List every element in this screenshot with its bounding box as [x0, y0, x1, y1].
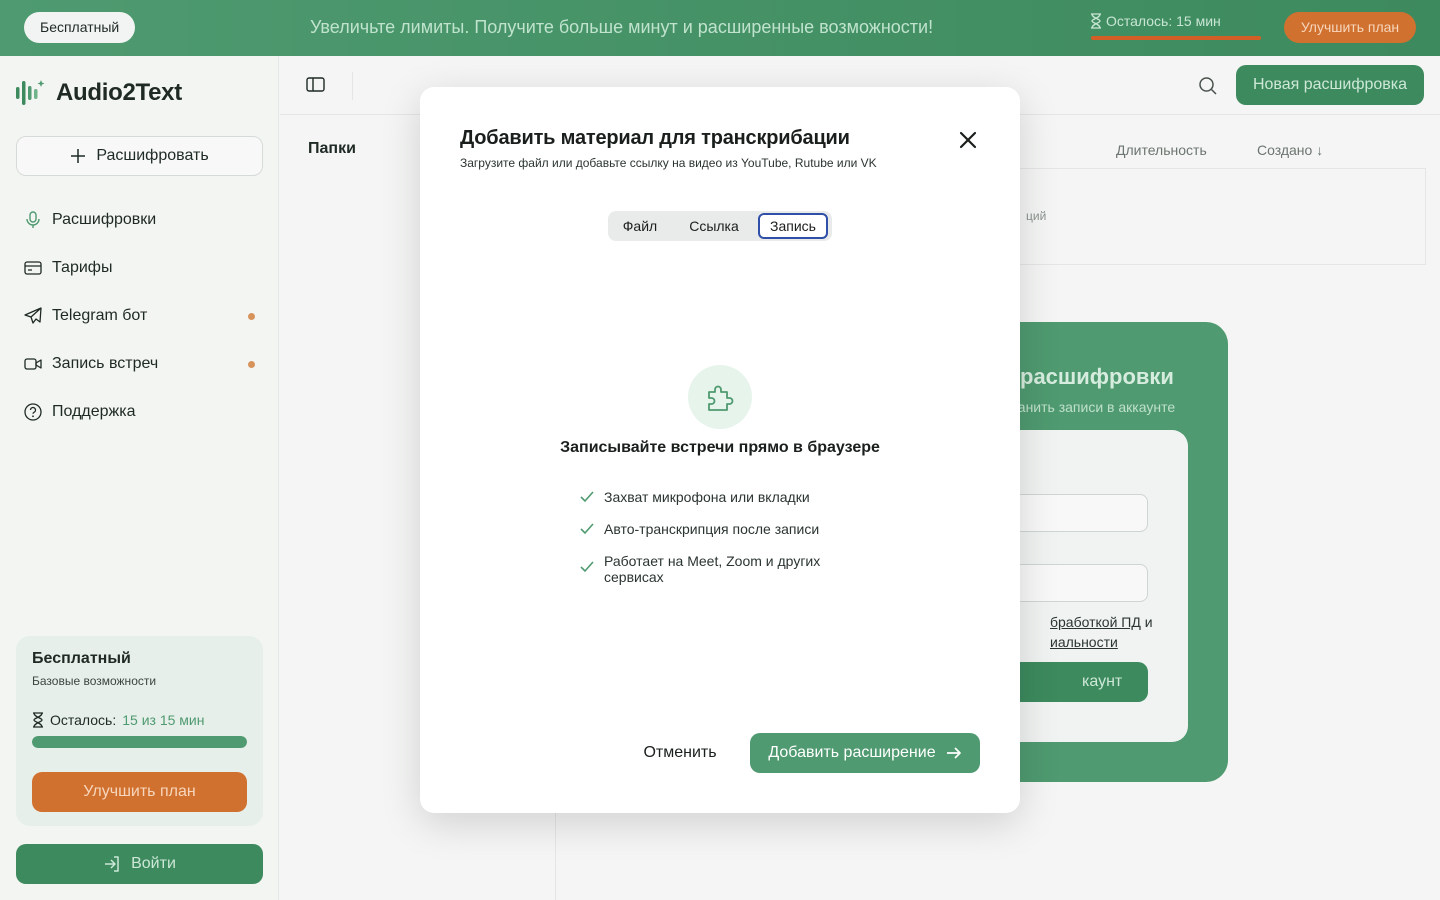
tab-link[interactable]: Ссылка [670, 213, 758, 239]
check-icon [580, 491, 594, 503]
puzzle-icon [708, 385, 734, 411]
dialog-subtitle: Загрузите файл или добавьте ссылку на ви… [460, 156, 877, 170]
extension-badge [688, 365, 752, 429]
feature-list: Захват микрофона или вкладки Авто-транск… [580, 489, 860, 601]
add-extension-button[interactable]: Добавить расширение [750, 733, 980, 773]
dialog-title: Добавить материал для транскрибации [460, 127, 850, 149]
add-material-dialog: Добавить материал для транскрибации Загр… [420, 87, 1020, 813]
check-icon [580, 523, 594, 535]
list-item: Работает на Meet, Zoom и других сервисах [580, 553, 860, 585]
arrow-right-icon [946, 747, 961, 759]
list-item: Авто-транскрипция после записи [580, 521, 860, 537]
extension-title: Записывайте встречи прямо в браузере [560, 439, 880, 456]
feature-text: Работает на Meet, Zoom и других сервисах [604, 553, 821, 585]
source-tabs: Файл Ссылка Запись [608, 211, 832, 241]
feature-text: Авто-транскрипция после записи [604, 521, 820, 537]
list-item: Захват микрофона или вкладки [580, 489, 860, 505]
cancel-button[interactable]: Отменить [628, 733, 732, 773]
tab-record[interactable]: Запись [758, 213, 828, 239]
add-extension-label: Добавить расширение [768, 744, 936, 761]
close-icon[interactable] [956, 128, 980, 152]
check-icon [580, 561, 594, 573]
tab-file[interactable]: Файл [610, 213, 670, 239]
feature-text: Захват микрофона или вкладки [604, 489, 810, 505]
